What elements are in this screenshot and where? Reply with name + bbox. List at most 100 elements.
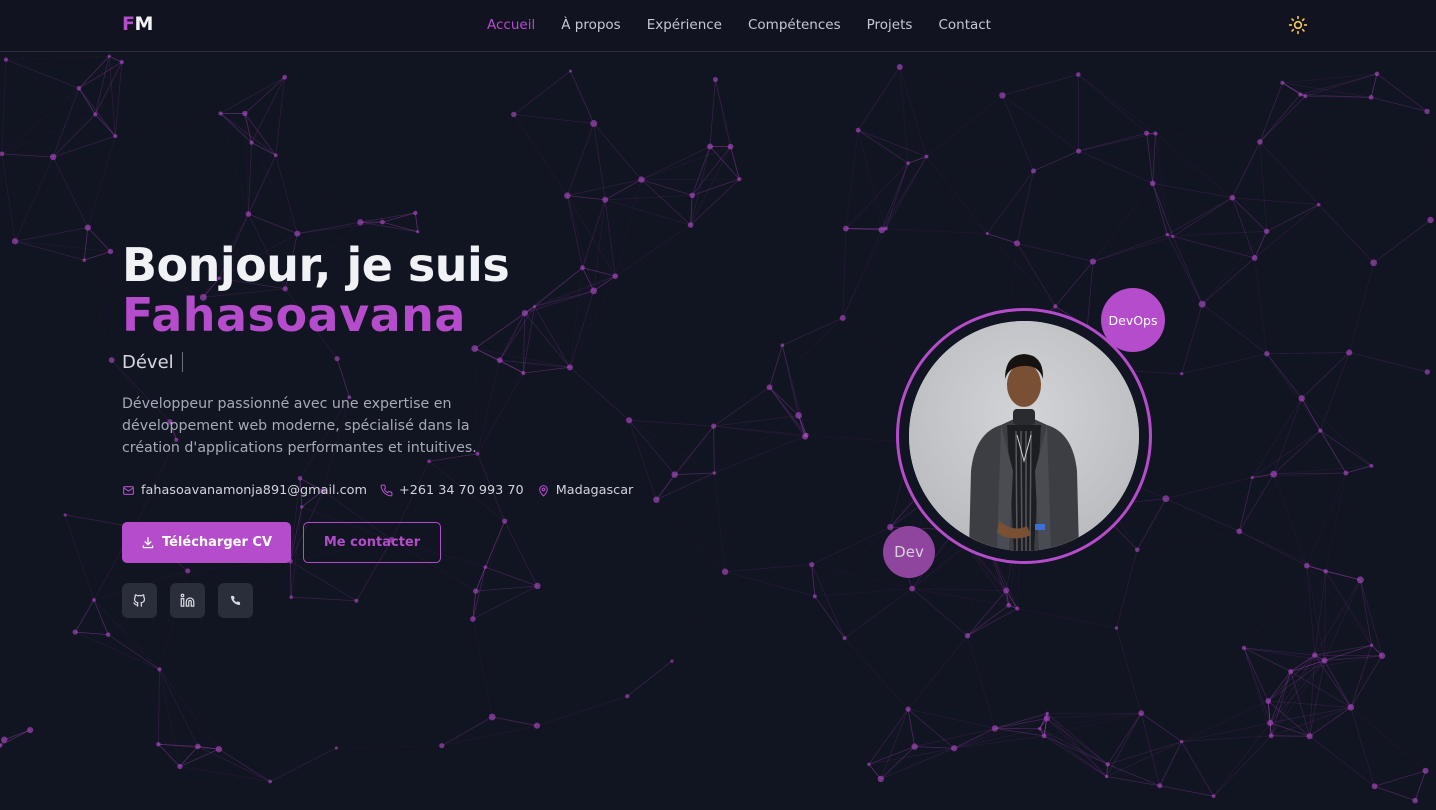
network-dot: [1370, 259, 1378, 267]
network-line: [1290, 571, 1327, 672]
network-dot: [670, 659, 674, 663]
network-dot: [82, 258, 86, 262]
phone-link[interactable]: [218, 583, 253, 618]
nav-link-a-propos[interactable]: À propos: [561, 17, 620, 33]
network-line: [715, 79, 731, 147]
navbar: FM Accueil À propos Expérience Compétenc…: [0, 0, 1436, 52]
network-line: [336, 745, 442, 749]
linkedin-link[interactable]: [170, 583, 205, 618]
network-dot: [1321, 657, 1328, 664]
contact-me-button[interactable]: Me contacter: [303, 522, 441, 563]
network-dot: [533, 722, 541, 729]
network-dot: [911, 743, 918, 750]
network-line: [605, 194, 693, 201]
network-dot: [602, 196, 609, 203]
logo[interactable]: FM: [122, 13, 153, 35]
network-line: [967, 604, 1010, 637]
network-dot: [1250, 475, 1254, 480]
network-line: [269, 747, 337, 782]
nav-link-competences[interactable]: Compétences: [748, 17, 841, 33]
network-line: [1360, 466, 1371, 580]
network-dot: [964, 633, 971, 639]
nav-link-projets[interactable]: Projets: [867, 17, 913, 33]
network-dot: [985, 232, 989, 236]
network-dot: [488, 713, 496, 721]
network-line: [1325, 571, 1372, 646]
network-line: [87, 227, 111, 252]
network-line: [954, 636, 967, 749]
network-line: [1046, 712, 1142, 719]
network-dot: [842, 225, 849, 232]
network-line: [1086, 261, 1094, 327]
network-dot: [924, 154, 929, 159]
nav-link-contact[interactable]: Contact: [938, 17, 991, 33]
network-line: [907, 708, 955, 749]
network-line: [157, 669, 160, 745]
map-pin-icon: [538, 485, 548, 497]
network-line: [1259, 141, 1268, 232]
network-line: [1054, 261, 1094, 307]
network-dot: [804, 432, 809, 438]
network-dot: [273, 153, 278, 158]
network-dot: [999, 92, 1006, 99]
network-line: [1306, 472, 1347, 566]
network-line: [107, 634, 160, 670]
network-line: [967, 608, 1018, 637]
network-line: [1267, 660, 1325, 702]
network-line: [674, 425, 714, 475]
network-dot: [1157, 783, 1163, 789]
network-line: [1155, 133, 1233, 199]
network-line: [220, 113, 276, 156]
network-dot: [1264, 351, 1270, 357]
hero-section: Bonjour, je suis Fahasoavana Dével Dével…: [122, 240, 646, 618]
network-dot: [1316, 202, 1321, 207]
network-line: [1137, 530, 1240, 551]
network-dot: [905, 706, 911, 712]
theme-toggle-button[interactable]: [1288, 15, 1308, 35]
nav-link-experience[interactable]: Expérience: [647, 17, 722, 33]
nav-link-accueil[interactable]: Accueil: [487, 17, 535, 33]
network-line: [926, 156, 988, 234]
phone-icon: [230, 595, 241, 606]
network-dot: [1370, 643, 1374, 647]
typed-role-text: Dével: [122, 351, 174, 373]
network-dot: [711, 423, 717, 429]
network-line: [2, 154, 88, 228]
network-line: [1346, 473, 1360, 580]
network-dot: [1424, 108, 1430, 115]
network-line: [276, 155, 361, 222]
network-line: [1314, 644, 1372, 656]
network-line: [179, 748, 220, 767]
network-dot: [245, 211, 252, 217]
network-dot: [27, 726, 34, 734]
network-line: [908, 708, 996, 729]
network-line: [1017, 609, 1047, 719]
network-dot: [156, 741, 161, 747]
download-cv-button[interactable]: Télécharger CV: [122, 522, 291, 563]
network-dot: [1006, 602, 1012, 608]
network-line: [1078, 133, 1156, 152]
network-line: [1319, 205, 1431, 220]
network-line: [513, 114, 594, 124]
network-line: [1349, 352, 1428, 373]
network-line: [1009, 605, 1117, 628]
network-line: [1092, 236, 1173, 262]
network-line: [1106, 741, 1182, 777]
network-line: [845, 130, 859, 229]
network-line: [1371, 372, 1427, 466]
network-line: [1, 153, 16, 242]
network-line: [441, 725, 538, 747]
network-line: [1107, 712, 1142, 765]
network-dot: [638, 176, 645, 183]
network-line: [1182, 648, 1244, 742]
network-dot: [1089, 258, 1097, 265]
contact-email[interactable]: fahasoavanamonja891@gmail.com: [122, 483, 367, 498]
network-dot: [1180, 372, 1184, 376]
github-link[interactable]: [122, 583, 157, 618]
hero-actions: Télécharger CV Me contacter: [122, 522, 646, 563]
contact-phone[interactable]: +261 34 70 993 70: [380, 483, 524, 498]
network-line: [1092, 183, 1154, 262]
network-dot: [268, 779, 273, 784]
network-line: [1047, 628, 1117, 718]
network-dot: [1251, 255, 1258, 261]
